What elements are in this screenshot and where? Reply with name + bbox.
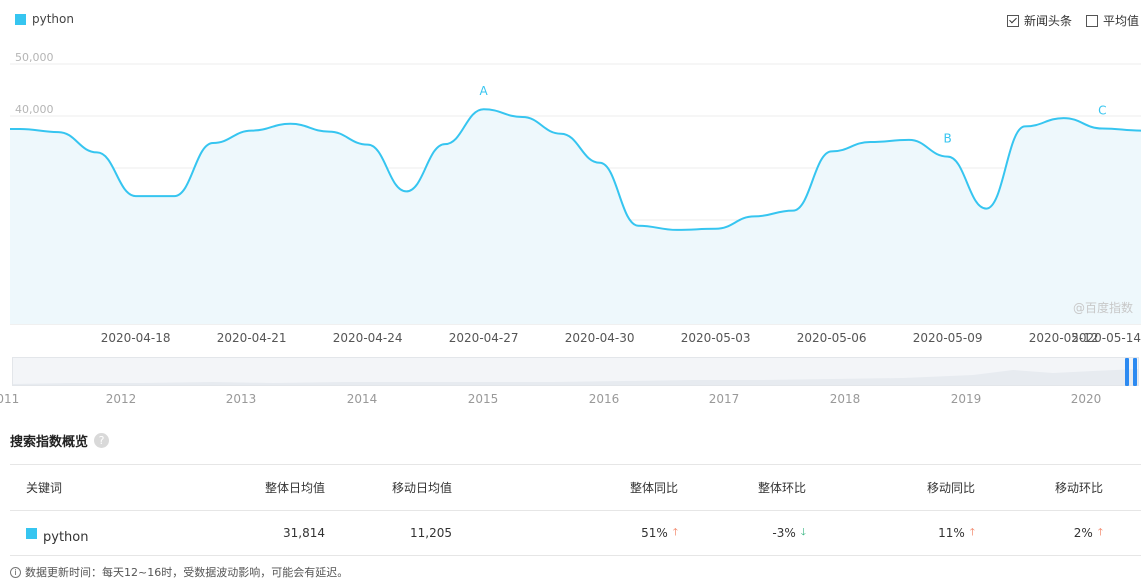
year-label: 2018 bbox=[829, 392, 861, 406]
chart-options: 新闻头条 平均值 bbox=[993, 12, 1139, 29]
y-tick-label: 40,000 bbox=[15, 103, 54, 116]
x-tick-label: 2020-04-18 bbox=[101, 331, 171, 345]
year-label: 2019 bbox=[950, 392, 982, 406]
mobile-yoy-cell: 11% 🡑 bbox=[875, 511, 975, 555]
header-overall-mom: 整体环比 bbox=[757, 481, 806, 495]
arrow-up-icon: 🡑 bbox=[672, 526, 678, 538]
year-label: 2015 bbox=[467, 392, 499, 406]
x-tick-label: 2020-05-14 bbox=[1071, 331, 1141, 345]
year-label: 2013 bbox=[225, 392, 257, 406]
mobile-mom-cell: 2% 🡑 bbox=[1003, 511, 1103, 555]
year-label: 2012 bbox=[105, 392, 137, 406]
keyword-swatch bbox=[26, 527, 37, 539]
overview-title: 搜索指数概览 ? bbox=[10, 431, 110, 450]
overview-title-text: 搜索指数概览 bbox=[10, 435, 89, 450]
navigator-year-axis: 2011 2012 2013 2014 2015 2016 2017 2018 … bbox=[0, 392, 1143, 408]
year-label: 2011 bbox=[0, 392, 20, 406]
range-handle-left[interactable] bbox=[1125, 358, 1129, 386]
year-label: 2020 bbox=[1070, 392, 1102, 406]
news-annotation-marker[interactable]: C bbox=[1098, 103, 1106, 117]
mobile-mom-value: 2% bbox=[1073, 526, 1093, 540]
x-tick-label: 2020-05-09 bbox=[913, 331, 983, 345]
x-tick-label: 2020-05-06 bbox=[797, 331, 867, 345]
navigator-mini-trend bbox=[13, 369, 1138, 385]
x-tick-label: 2020-04-24 bbox=[333, 331, 403, 345]
overall-mom-cell: -3% 🡓 bbox=[706, 511, 806, 555]
time-range-navigator[interactable] bbox=[12, 357, 1139, 386]
x-tick-label: 2020-05-03 bbox=[681, 331, 751, 345]
x-tick-label: 2020-04-21 bbox=[217, 331, 287, 345]
y-tick-label: 50,000 bbox=[15, 51, 54, 64]
series-legend[interactable]: python bbox=[15, 12, 74, 26]
average-checkbox[interactable] bbox=[1085, 14, 1098, 27]
x-tick-label: 2020-04-30 bbox=[565, 331, 635, 345]
header-overall-yoy: 整体同比 bbox=[629, 481, 678, 495]
year-label: 2014 bbox=[346, 392, 378, 406]
table-row: python 31,814 11,205 51% 🡑 -3% 🡓 11% 🡑 2… bbox=[10, 511, 1141, 556]
baidu-index-panel: python 新闻头条 平均值 10,00020,00030,00040,000… bbox=[0, 0, 1143, 584]
header-mobile-mom: 移动环比 bbox=[1054, 481, 1103, 495]
x-tick-label: 2020-04-27 bbox=[449, 331, 519, 345]
year-label: 2017 bbox=[708, 392, 740, 406]
news-headline-toggle[interactable]: 新闻头条 bbox=[1006, 12, 1072, 29]
update-notice: i 数据更新时间：每天12~16时，受数据波动影响，可能会有延迟。 bbox=[10, 564, 348, 580]
mobile-avg-value: 11,205 bbox=[410, 526, 452, 540]
arrow-down-icon: 🡓 bbox=[800, 526, 806, 538]
trend-chart[interactable]: 10,00020,00030,00040,00050,0002020-04-18… bbox=[0, 44, 1143, 349]
overall-mom-value: -3% bbox=[772, 526, 796, 540]
overall-yoy-value: 51% bbox=[641, 526, 668, 540]
range-handle-right[interactable] bbox=[1133, 358, 1137, 386]
legend-label: python bbox=[32, 12, 74, 26]
average-toggle[interactable]: 平均值 bbox=[1085, 12, 1139, 29]
header-mobile-avg: 移动日均值 bbox=[391, 481, 452, 495]
overall-yoy-cell: 51% 🡑 bbox=[578, 511, 678, 555]
keyword-cell[interactable]: python bbox=[26, 511, 88, 555]
update-notice-text: 数据更新时间：每天12~16时，受数据波动影响，可能会有延迟。 bbox=[25, 566, 349, 579]
news-annotation-marker[interactable]: A bbox=[480, 84, 489, 98]
news-headline-checkbox[interactable] bbox=[1006, 14, 1019, 27]
header-overall-avg: 整体日均值 bbox=[264, 481, 325, 495]
average-label: 平均值 bbox=[1102, 14, 1139, 28]
header-mobile-yoy: 移动同比 bbox=[926, 481, 975, 495]
legend-swatch bbox=[15, 13, 26, 25]
info-icon: i bbox=[10, 566, 21, 578]
arrow-up-icon: 🡑 bbox=[1097, 526, 1103, 538]
table-header-row: 关键词 整体日均值 移动日均值 整体同比 整体环比 移动同比 移动环比 bbox=[10, 464, 1141, 511]
help-icon[interactable]: ? bbox=[94, 433, 110, 448]
overall-avg-value: 31,814 bbox=[283, 526, 325, 540]
header-keyword: 关键词 bbox=[26, 481, 63, 495]
mobile-yoy-value: 11% bbox=[938, 526, 965, 540]
year-label: 2016 bbox=[588, 392, 620, 406]
keyword-text: python bbox=[43, 529, 89, 545]
arrow-up-icon: 🡑 bbox=[969, 526, 975, 538]
overview-table: 关键词 整体日均值 移动日均值 整体同比 整体环比 移动同比 移动环比 pyth… bbox=[10, 464, 1141, 556]
news-headline-label: 新闻头条 bbox=[1023, 14, 1072, 28]
news-annotation-marker[interactable]: B bbox=[944, 132, 952, 146]
watermark: @百度指数 bbox=[1073, 300, 1133, 315]
